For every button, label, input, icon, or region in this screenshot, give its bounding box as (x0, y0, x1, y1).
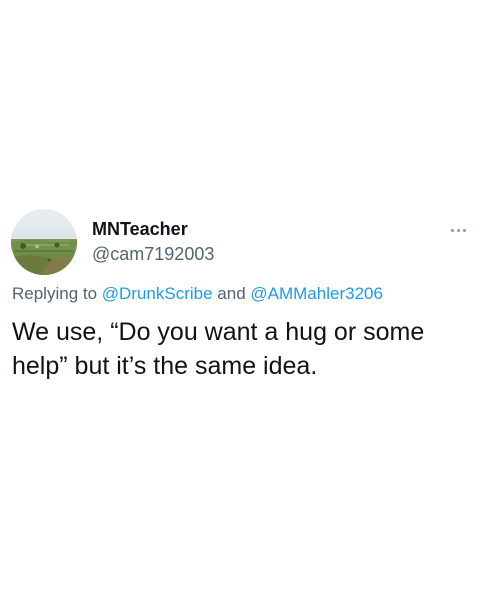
more-dot (456, 228, 460, 232)
mention-link-ammahler[interactable]: @AMMahler3206 (250, 284, 383, 303)
landscape-avatar-icon (11, 209, 77, 275)
replying-to-prefix: Replying to (12, 284, 102, 303)
more-options-icon[interactable] (446, 222, 470, 238)
author-handle[interactable]: @cam7192003 (92, 244, 214, 265)
tweet-card: MNTeacher @cam7192003 Replying to @Drunk… (0, 0, 480, 600)
tweet-text: We use, “Do you want a hug or some help”… (12, 318, 425, 380)
mention-link-drunkscribe[interactable]: @DrunkScribe (102, 284, 213, 303)
replying-to-line: Replying to @DrunkScribe and @AMMahler32… (12, 284, 383, 304)
author-display-name[interactable]: MNTeacher (92, 219, 188, 240)
more-dot (450, 228, 454, 232)
more-dot (462, 228, 466, 232)
replying-to-connector: and (212, 284, 251, 303)
author-avatar[interactable] (11, 209, 77, 275)
